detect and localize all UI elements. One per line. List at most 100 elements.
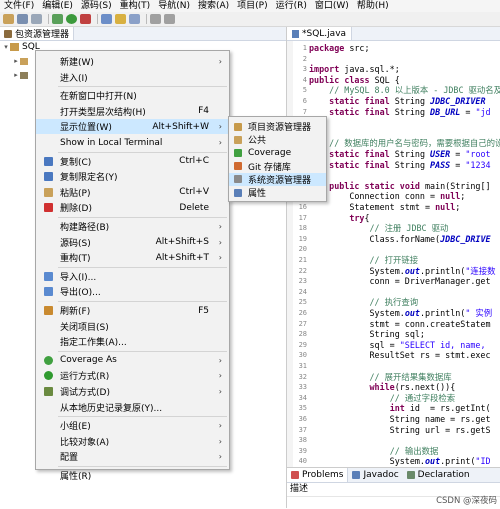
search-icon[interactable] [129,14,140,24]
menu-8[interactable]: 窗口(W) [311,0,353,12]
tab-problems[interactable]: Problems [287,468,349,482]
tab-javadoc[interactable]: Javadoc [348,468,402,482]
menu-0[interactable]: 文件(F) [0,0,38,12]
code-line: // 打开链接 [369,255,419,265]
context-menu-item-y[interactable]: 从本地历史记录复原(Y)... [36,400,229,415]
folder-icon [20,57,28,65]
collapse-icon[interactable]: ▾ [2,43,10,51]
code-line: conn = DriverManager.get [309,276,491,287]
common-icon [234,135,242,144]
context-menu-item-r[interactable]: 属性(R) [36,468,229,483]
line-number: 40 [298,457,307,466]
code-line: ResultSet rs = stmt.exec [309,350,491,361]
shortcut-label: Alt+Shift+S [155,237,209,248]
tree-item-child[interactable]: ▸ [12,69,28,81]
context-menu-item-r[interactable]: 运行方式(R) › [36,368,229,383]
tab-problems-label: Problems [302,470,344,480]
submenu-item-2[interactable]: Coverage [229,146,326,159]
context-menu-item-s[interactable]: 关闭项目(S) [36,319,229,334]
tab-package-explorer[interactable]: 包资源管理器 [0,27,75,40]
context-menu-item-c[interactable]: 复制(C) Ctrl+C [36,154,229,169]
submenu-label: Coverage [248,147,292,158]
context-menu-item-i[interactable]: 进入(I) [36,70,229,85]
context-menu-label: 配置 [60,453,79,464]
menu-7[interactable]: 运行(R) [272,0,311,12]
new-icon[interactable] [3,14,14,24]
tab-declaration[interactable]: Declaration [403,468,474,482]
code-line: Statement stmt = null; [309,202,461,212]
context-menu-item-24[interactable]: 配置 › [36,449,229,464]
debug-icon[interactable] [52,14,63,24]
expand-icon[interactable]: ▸ [12,57,20,65]
context-menu-label: 关闭项目(S) [60,322,109,333]
context-menu-item-a[interactable]: 指定工作集(A)... [36,334,229,349]
context-menu-item-d[interactable]: 调试方式(D) › [36,384,229,399]
save-all-icon[interactable] [31,14,42,24]
code-line: static final String USER = "root [329,149,491,159]
tab-sql-java[interactable]: *SQL.java [287,27,353,40]
menu-5[interactable]: 搜索(A) [194,0,233,12]
package-explorer-tabbar: 包资源管理器 [0,27,286,41]
context-menu-item-w[interactable]: 显示位置(W) Alt+Shift+W › [36,119,229,135]
tree-item-child[interactable]: ▸ [12,55,28,67]
shortcut-label: Alt+Shift+T [155,252,209,263]
context-menu-item-p[interactable]: 粘贴(P) Ctrl+V [36,185,229,200]
code-line: while(rs.next()){ [369,382,456,393]
context-menu-item-coverage-as[interactable]: Coverage As › [36,353,229,368]
code-line: Connection conn = null; [309,191,466,202]
context-menu-item-o[interactable]: 导出(O)... [36,284,229,299]
line-number: 5 [302,86,307,95]
context-menu-item-d[interactable]: 删除(D) Delete [36,200,229,215]
back-icon[interactable] [150,14,161,24]
show-in-submenu: 项目资源管理器 公共 Coverage Git 存储库 系统资源管理器 属性 [228,116,327,202]
line-number-gutter: 1234567891011121314151617181920212223242… [293,41,309,476]
context-menu-item-n[interactable]: 在新窗口中打开(N) [36,88,229,103]
context-menu-item-e[interactable]: 小组(E) › [36,418,229,433]
context-menu-item-i[interactable]: 导入(I)... [36,269,229,284]
context-menu-label: Coverage As [60,355,117,366]
context-menu-item-a[interactable]: 比较对象(A) › [36,434,229,449]
menu-9[interactable]: 帮助(H) [353,0,393,12]
submenu-item-0[interactable]: 项目资源管理器 [229,120,326,133]
code-line: System.out.print("ID [309,456,491,467]
toolbar-separator [97,14,98,24]
code-line: try{ [349,212,370,223]
context-menu-label: 在新窗口中打开(N) [60,92,137,103]
delete-icon [44,203,53,213]
menu-1[interactable]: 编辑(E) [38,0,77,12]
context-menu-item-y[interactable]: 复制限定名(Y) [36,169,229,184]
code-line: String name = rs.get [309,414,491,424]
code-line: stmt = conn.createStatem [309,318,491,329]
forward-icon[interactable] [164,14,175,24]
open-type-icon[interactable] [115,14,126,24]
line-number: 2 [302,54,307,63]
menu-2[interactable]: 源码(S) [77,0,116,12]
export-icon [44,287,53,297]
context-menu-item-b[interactable]: 构建路径(B) › [36,219,229,234]
code-line: // 数据库的用户名与密码，需要根据自己的设置 [329,138,500,149]
submenu-item-5[interactable]: 属性 [229,186,326,199]
code-area[interactable]: package src; import java.sql.*; public cla… [309,41,500,467]
menu-4[interactable]: 导航(N) [154,0,194,12]
run-icon[interactable] [66,14,77,24]
expand-icon[interactable]: ▸ [12,71,20,79]
context-menu-label: 构建路径(B) [60,223,110,233]
code-line: // MySQL 8.0 以上版本 - JDBC 驱动名及数 [329,85,500,96]
context-menu-item-show-in-local-terminal[interactable]: Show in Local Terminal › [36,135,229,150]
context-menu-item-t[interactable]: 重构(T) Alt+Shift+T › [36,250,229,265]
line-number: 23 [298,277,307,286]
stop-icon[interactable] [80,14,91,24]
menu-3[interactable]: 重构(T) [116,0,155,12]
submenu-item-3[interactable]: Git 存储库 [229,160,326,173]
context-menu-item-h[interactable]: 打开类型层次结构(H) F4 [36,104,229,119]
menu-6[interactable]: 项目(P) [233,0,271,12]
new-java-project-icon[interactable] [101,14,112,24]
context-menu-item-f[interactable]: 刷新(F) F5 [36,303,229,318]
context-menu-item-s[interactable]: 源码(S) Alt+Shift+S › [36,235,229,250]
shortcut-label: Ctrl+C [179,156,209,167]
submenu-item-4[interactable]: 系统资源管理器 [229,172,326,186]
submenu-item-1[interactable]: 公共 [229,133,326,146]
context-menu-item-w[interactable]: 新建(W) › [36,54,229,69]
save-icon[interactable] [17,14,28,24]
context-menu-label: 重构(T) [60,254,91,265]
